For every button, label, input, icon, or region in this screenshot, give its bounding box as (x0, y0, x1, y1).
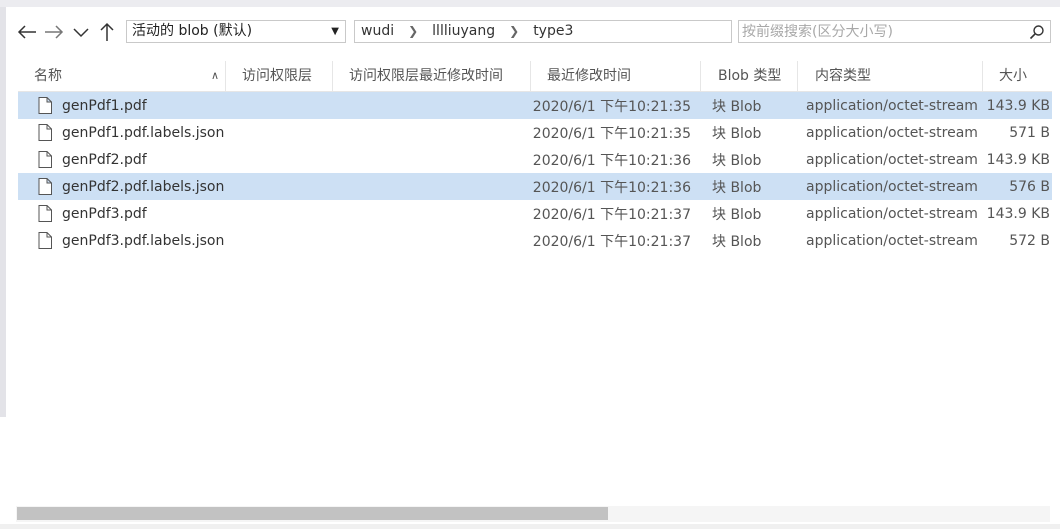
blob-type-cell: 块 Blob (712, 233, 762, 250)
blob-view-select-value: 活动的 blob (默认) (132, 23, 253, 39)
left-pane-edge (0, 7, 6, 417)
column-header-label: 名称 (34, 68, 62, 84)
blob-type-cell: 块 Blob (712, 206, 762, 223)
column-header-content-type[interactable]: 内容类型 (798, 61, 983, 92)
blob-rows: genPdf1.pdf 2020/6/1 下午10:21:35 块 Blob a… (18, 92, 1052, 254)
table-row[interactable]: genPdf3.pdf 2020/6/1 下午10:21:37 块 Blob a… (18, 200, 1052, 227)
last-modified-cell: 2020/6/1 下午10:21:35 (532, 98, 691, 115)
file-icon (38, 178, 52, 195)
name-cell: genPdf2.pdf (18, 151, 226, 168)
blob-type-cell: 块 Blob (712, 98, 762, 115)
sort-ascending-icon: ∧ (210, 69, 219, 82)
content-type-cell: application/octet-stream (806, 232, 978, 249)
breadcrumb-item[interactable]: lllliuyang (430, 21, 497, 42)
arrow-up-icon (100, 22, 114, 41)
content-type-cell: application/octet-stream (806, 124, 978, 141)
name-cell: genPdf1.pdf (18, 97, 226, 114)
dropdown-caret-icon: ▼ (331, 26, 339, 37)
size-cell: 143.9 KB (986, 97, 1050, 114)
column-header-row: 名称 ∧ 访问权限层 访问权限层最近修改时间 最近修改时间 Blob 类型 内容… (18, 61, 1052, 92)
file-icon (38, 151, 52, 168)
last-modified-cell: 2020/6/1 下午10:21:36 (532, 179, 691, 196)
horizontal-scrollbar-thumb[interactable] (17, 507, 608, 520)
content-type-cell: application/octet-stream (806, 205, 978, 222)
table-row[interactable]: genPdf2.pdf 2020/6/1 下午10:21:36 块 Blob a… (18, 146, 1052, 173)
last-modified-cell: 2020/6/1 下午10:21:36 (532, 152, 691, 169)
column-header-label: 访问权限层 (242, 68, 312, 84)
size-cell: 571 B (1009, 124, 1050, 141)
size-cell: 143.9 KB (986, 151, 1050, 168)
prefix-search-input[interactable] (742, 21, 1022, 42)
content-type-cell: application/octet-stream (806, 97, 978, 114)
file-name: genPdf3.pdf (62, 205, 147, 222)
name-cell: genPdf3.pdf.labels.json (18, 232, 226, 249)
last-modified-cell: 2020/6/1 下午10:21:37 (532, 206, 691, 223)
column-header-size[interactable]: 大小 (983, 61, 1052, 92)
table-row[interactable]: genPdf1.pdf 2020/6/1 下午10:21:35 块 Blob a… (18, 92, 1052, 119)
file-icon (38, 124, 52, 141)
bottom-edge (0, 524, 1060, 529)
table-row[interactable]: genPdf1.pdf.labels.json 2020/6/1 下午10:21… (18, 119, 1052, 146)
blob-list: 名称 ∧ 访问权限层 访问权限层最近修改时间 最近修改时间 Blob 类型 内容… (18, 61, 1052, 254)
blob-view-select[interactable]: 活动的 blob (默认) ▼ (126, 20, 346, 43)
toolbar: 活动的 blob (默认) ▼ wudi ❯ lllliuyang ❯ type… (16, 18, 1056, 46)
name-cell: genPdf3.pdf (18, 205, 226, 222)
blob-type-cell: 块 Blob (712, 179, 762, 196)
name-cell: genPdf1.pdf.labels.json (18, 124, 226, 141)
file-icon (38, 97, 52, 114)
chevron-right-icon: ❯ (509, 24, 520, 38)
chevron-down-icon (73, 28, 89, 38)
last-modified-cell: 2020/6/1 下午10:21:37 (532, 233, 691, 250)
back-button[interactable] (16, 18, 38, 46)
prefix-search-box (738, 20, 1051, 43)
size-cell: 576 B (1009, 178, 1050, 195)
file-icon (38, 205, 52, 222)
column-header-label: 内容类型 (815, 68, 871, 84)
column-header-name[interactable]: 名称 ∧ (18, 61, 226, 92)
column-header-access-tier-modified[interactable]: 访问权限层最近修改时间 (333, 61, 531, 92)
size-cell: 572 B (1009, 232, 1050, 249)
breadcrumb-item[interactable]: wudi (359, 21, 396, 42)
breadcrumb[interactable]: wudi ❯ lllliuyang ❯ type3 (354, 20, 732, 43)
arrow-right-icon (45, 25, 64, 39)
name-cell: genPdf2.pdf.labels.json (18, 178, 226, 195)
column-header-label: 访问权限层最近修改时间 (349, 68, 503, 84)
blob-type-cell: 块 Blob (712, 125, 762, 142)
window-top-strip (0, 0, 1060, 7)
up-button[interactable] (96, 18, 118, 46)
column-header-label: Blob 类型 (718, 68, 782, 84)
forward-button[interactable] (43, 18, 65, 46)
file-name: genPdf2.pdf.labels.json (62, 178, 225, 195)
arrow-left-icon (17, 25, 36, 39)
file-name: genPdf3.pdf.labels.json (62, 232, 225, 249)
search-icon[interactable] (1029, 24, 1045, 40)
file-name: genPdf1.pdf (62, 97, 147, 114)
column-header-label: 大小 (999, 68, 1027, 84)
chevron-right-icon: ❯ (408, 24, 419, 38)
breadcrumb-item[interactable]: type3 (531, 21, 575, 42)
file-icon (38, 232, 52, 249)
column-header-last-modified[interactable]: 最近修改时间 (531, 61, 701, 92)
size-cell: 143.9 KB (986, 205, 1050, 222)
column-header-label: 最近修改时间 (547, 68, 631, 84)
content-type-cell: application/octet-stream (806, 178, 978, 195)
last-modified-cell: 2020/6/1 下午10:21:35 (532, 125, 691, 142)
column-header-access-tier[interactable]: 访问权限层 (226, 61, 333, 92)
column-header-blob-type[interactable]: Blob 类型 (701, 61, 798, 92)
recent-locations-button[interactable] (70, 18, 92, 46)
file-name: genPdf2.pdf (62, 151, 147, 168)
content-type-cell: application/octet-stream (806, 151, 978, 168)
table-row[interactable]: genPdf3.pdf.labels.json 2020/6/1 下午10:21… (18, 227, 1052, 254)
file-name: genPdf1.pdf.labels.json (62, 124, 225, 141)
blob-type-cell: 块 Blob (712, 152, 762, 169)
table-row[interactable]: genPdf2.pdf.labels.json 2020/6/1 下午10:21… (18, 173, 1052, 200)
